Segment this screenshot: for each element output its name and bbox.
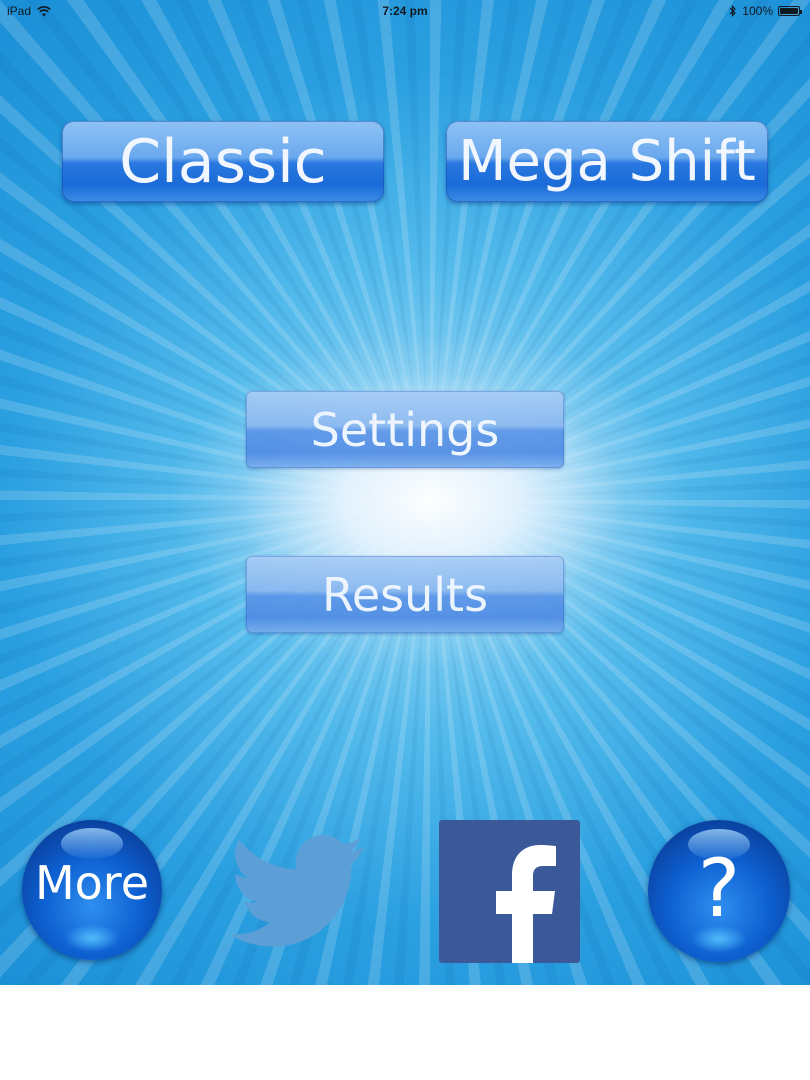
- help-button[interactable]: ?: [648, 820, 790, 962]
- orb-highlight: [61, 828, 123, 860]
- facebook-button[interactable]: [439, 820, 580, 963]
- more-button-label: More: [34, 856, 150, 910]
- results-button-label: Results: [321, 567, 489, 622]
- status-bar: iPad 7:24 pm 100%: [0, 0, 810, 22]
- settings-button[interactable]: Settings: [246, 391, 564, 468]
- classic-button[interactable]: Classic: [62, 121, 384, 202]
- orb-glow: [64, 923, 120, 952]
- battery-fill: [780, 8, 798, 14]
- help-button-label: ?: [697, 842, 741, 935]
- status-right: 100%: [729, 4, 802, 18]
- settings-button-label: Settings: [310, 402, 500, 457]
- status-time: 7:24 pm: [382, 4, 428, 18]
- facebook-icon: [496, 845, 556, 963]
- mega-shift-button-label: Mega Shift: [458, 129, 756, 194]
- bluetooth-icon: [729, 5, 737, 17]
- more-button[interactable]: More: [22, 820, 162, 960]
- app-screen: iPad 7:24 pm 100% Classic Mega Shift Set…: [0, 0, 810, 985]
- twitter-button[interactable]: [229, 832, 368, 952]
- mega-shift-button[interactable]: Mega Shift: [446, 121, 768, 202]
- battery-percent: 100%: [742, 4, 773, 18]
- classic-button-label: Classic: [119, 126, 327, 197]
- results-button[interactable]: Results: [246, 556, 564, 633]
- twitter-bird-icon: [229, 834, 365, 947]
- battery-icon: [778, 6, 802, 16]
